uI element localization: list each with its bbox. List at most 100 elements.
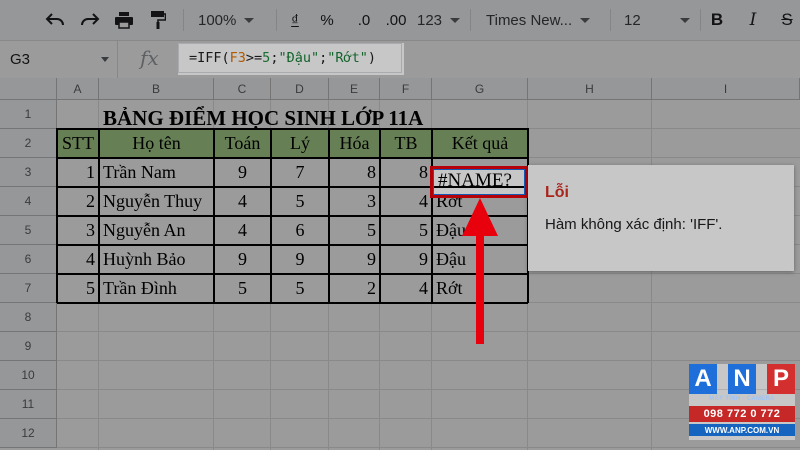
row-header[interactable]: 1 xyxy=(0,100,57,129)
table-cell[interactable]: 3 xyxy=(57,216,99,245)
table-cell[interactable]: Huỳnh Bảo xyxy=(99,245,214,274)
table-cell[interactable]: 5 xyxy=(329,216,380,245)
formula-bar: G3 fx =IFF(F3 >= 5; "Đậu"; "Rớt") xyxy=(0,41,800,79)
logo-letter: N xyxy=(728,364,756,394)
table-header-cell[interactable]: STT xyxy=(57,129,99,158)
row-header[interactable]: 5 xyxy=(0,216,57,245)
table-border xyxy=(57,273,528,275)
row-header[interactable]: 7 xyxy=(0,274,57,303)
undo-icon[interactable] xyxy=(42,6,68,34)
row-header[interactable]: 9 xyxy=(0,332,57,361)
formula-token: >= xyxy=(245,50,263,66)
error-tooltip: Lỗi Hàm không xác định: 'IFF'. xyxy=(528,165,794,271)
table-border xyxy=(57,157,528,159)
chevron-down-icon xyxy=(101,57,109,62)
row-header[interactable]: 2 xyxy=(0,129,57,158)
table-border xyxy=(57,128,528,130)
table-cell[interactable]: 8 xyxy=(329,158,380,187)
toolbar-divider xyxy=(700,9,701,31)
table-cell[interactable]: Trần Đình xyxy=(99,274,214,303)
row-header[interactable]: 8 xyxy=(0,303,57,332)
table-cell[interactable]: 5 xyxy=(271,187,329,216)
logo-letter: A xyxy=(689,364,717,394)
bold-button[interactable]: B xyxy=(706,6,728,34)
formula-input[interactable]: =IFF(F3 >= 5; "Đậu"; "Rớt") xyxy=(178,43,402,73)
table-header-cell[interactable]: Họ tên xyxy=(99,129,214,158)
paint-format-icon[interactable] xyxy=(145,6,171,34)
table-header-cell[interactable]: Toán xyxy=(214,129,271,158)
formula-token: =IFF( xyxy=(189,50,230,66)
table-cell[interactable]: 7 xyxy=(271,158,329,187)
table-cell[interactable]: 4 xyxy=(380,274,432,303)
table-border xyxy=(379,128,381,303)
table-cell[interactable]: 3 xyxy=(329,187,380,216)
decrease-decimal-button[interactable]: .0 xyxy=(350,6,378,34)
currency-format-button[interactable]: ₫ xyxy=(284,6,306,34)
table-header-cell[interactable]: Hóa xyxy=(329,129,380,158)
table-cell[interactable]: 5 xyxy=(271,274,329,303)
table-header-cell[interactable]: Lý xyxy=(271,129,329,158)
table-cell[interactable]: 4 xyxy=(57,245,99,274)
formula-token: ; xyxy=(319,50,328,66)
chevron-down-icon xyxy=(244,17,255,23)
column-header[interactable]: B xyxy=(99,78,214,100)
name-box[interactable]: G3 xyxy=(0,41,118,78)
toolbar-divider xyxy=(470,9,471,31)
table-cell[interactable]: Nguyễn An xyxy=(99,216,214,245)
row-header[interactable]: 6 xyxy=(0,245,57,274)
strikethrough-button[interactable]: S xyxy=(776,6,798,34)
increase-decimal-button[interactable]: .00 xyxy=(382,6,410,34)
table-header-cell[interactable]: TB xyxy=(380,129,432,158)
toolbar-divider xyxy=(610,9,611,31)
table-cell[interactable]: 9 xyxy=(214,158,271,187)
print-icon[interactable] xyxy=(111,6,137,34)
table-cell[interactable]: 4 xyxy=(214,216,271,245)
table-cell[interactable]: 5 xyxy=(214,274,271,303)
row-header[interactable]: 3 xyxy=(0,158,57,187)
table-cell[interactable]: 2 xyxy=(57,187,99,216)
zoom-value: 100% xyxy=(198,11,237,29)
chevron-down-icon xyxy=(450,17,461,23)
gridline xyxy=(57,360,800,361)
redo-icon[interactable] xyxy=(77,6,103,34)
formula-token: ; xyxy=(270,50,279,66)
table-cell[interactable]: 9 xyxy=(380,245,432,274)
column-header[interactable]: A xyxy=(57,78,99,100)
table-cell[interactable]: 1 xyxy=(57,158,99,187)
table-cell[interactable]: 2 xyxy=(329,274,380,303)
table-border xyxy=(56,128,58,303)
table-cell[interactable]: 5 xyxy=(380,216,432,245)
percent-format-button[interactable]: % xyxy=(316,6,338,34)
table-cell[interactable]: 4 xyxy=(214,187,271,216)
table-cell[interactable]: Trần Nam xyxy=(99,158,214,187)
row-header[interactable]: 10 xyxy=(0,361,57,390)
table-cell[interactable]: 8 xyxy=(380,158,432,187)
font-size-value: 12 xyxy=(624,11,641,29)
column-header[interactable]: E xyxy=(329,78,380,100)
column-header[interactable]: D xyxy=(271,78,329,100)
select-all-corner[interactable] xyxy=(0,78,57,100)
table-cell[interactable]: 9 xyxy=(214,245,271,274)
table-cell[interactable]: 4 xyxy=(380,187,432,216)
italic-button[interactable]: I xyxy=(742,6,764,34)
row-header[interactable]: 4 xyxy=(0,187,57,216)
table-cell[interactable]: 9 xyxy=(329,245,380,274)
table-header-cell[interactable]: Kết quả xyxy=(432,129,528,158)
table-border xyxy=(57,302,528,304)
column-header[interactable]: H xyxy=(528,78,652,100)
column-header[interactable]: F xyxy=(380,78,432,100)
font-size-select[interactable]: 12 xyxy=(624,6,694,34)
column-header[interactable]: I xyxy=(652,78,800,100)
table-cell[interactable]: 9 xyxy=(271,245,329,274)
table-cell[interactable]: Nguyễn Thuy xyxy=(99,187,214,216)
error-title: Lỗi xyxy=(545,184,569,201)
row-header[interactable]: 11 xyxy=(0,390,57,419)
table-cell[interactable]: 5 xyxy=(57,274,99,303)
font-family-select[interactable]: Times New... xyxy=(486,6,604,34)
row-header[interactable]: 12 xyxy=(0,419,57,448)
zoom-select[interactable]: 100% xyxy=(198,6,268,34)
column-header[interactable]: C xyxy=(214,78,271,100)
column-header[interactable]: G xyxy=(432,78,528,100)
table-cell[interactable]: 6 xyxy=(271,216,329,245)
number-format-select[interactable]: 123 xyxy=(417,6,463,34)
